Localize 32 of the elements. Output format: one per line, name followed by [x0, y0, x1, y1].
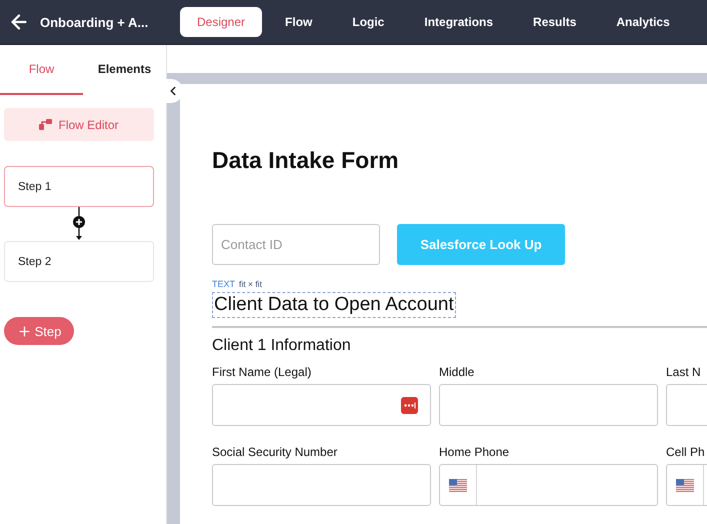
input-field[interactable]: [439, 384, 658, 426]
section-heading[interactable]: Client Data to Open Account: [212, 292, 456, 318]
flag-icon: [449, 478, 467, 492]
form-heading: Data Intake Form: [212, 147, 400, 174]
nodes-icon: [39, 119, 52, 130]
flag-icon: [676, 478, 694, 492]
step-card[interactable]: Step 2: [4, 241, 154, 282]
plus-icon: [16, 324, 32, 338]
input-field[interactable]: [212, 384, 431, 426]
phone-field[interactable]: [439, 464, 658, 506]
nav-tab[interactable]: Analytics: [599, 7, 687, 37]
field-label: Home Phone: [439, 444, 510, 460]
nav-tab[interactable]: Flow: [268, 7, 330, 37]
field-label: Cell Ph: [666, 444, 706, 460]
form-title: Onboarding + A...: [40, 14, 150, 30]
connector-arrow: [72, 207, 86, 241]
step-card[interactable]: Step 1: [4, 166, 154, 207]
nav-tab[interactable]: Results: [516, 7, 594, 37]
field-label: Last N: [666, 364, 702, 380]
password-manager-icon[interactable]: [401, 396, 418, 414]
input-field[interactable]: [212, 464, 431, 506]
flow-editor-button[interactable]: Flow Editor: [4, 108, 154, 141]
subsection-heading: Client 1 Information: [212, 337, 352, 355]
field-label: Middle: [439, 364, 476, 380]
nav-tab[interactable]: Logic: [335, 7, 402, 37]
nav-tab[interactable]: Designer: [180, 7, 262, 37]
element-size-label: fit × fit: [239, 279, 262, 289]
element-type-label: TEXT: [212, 279, 236, 289]
input-field[interactable]: Contact ID: [212, 224, 380, 265]
nav-tab[interactable]: Integrations: [407, 7, 510, 37]
field-label: First Name (Legal): [212, 364, 312, 380]
field-label: Social Security Number: [212, 444, 338, 460]
